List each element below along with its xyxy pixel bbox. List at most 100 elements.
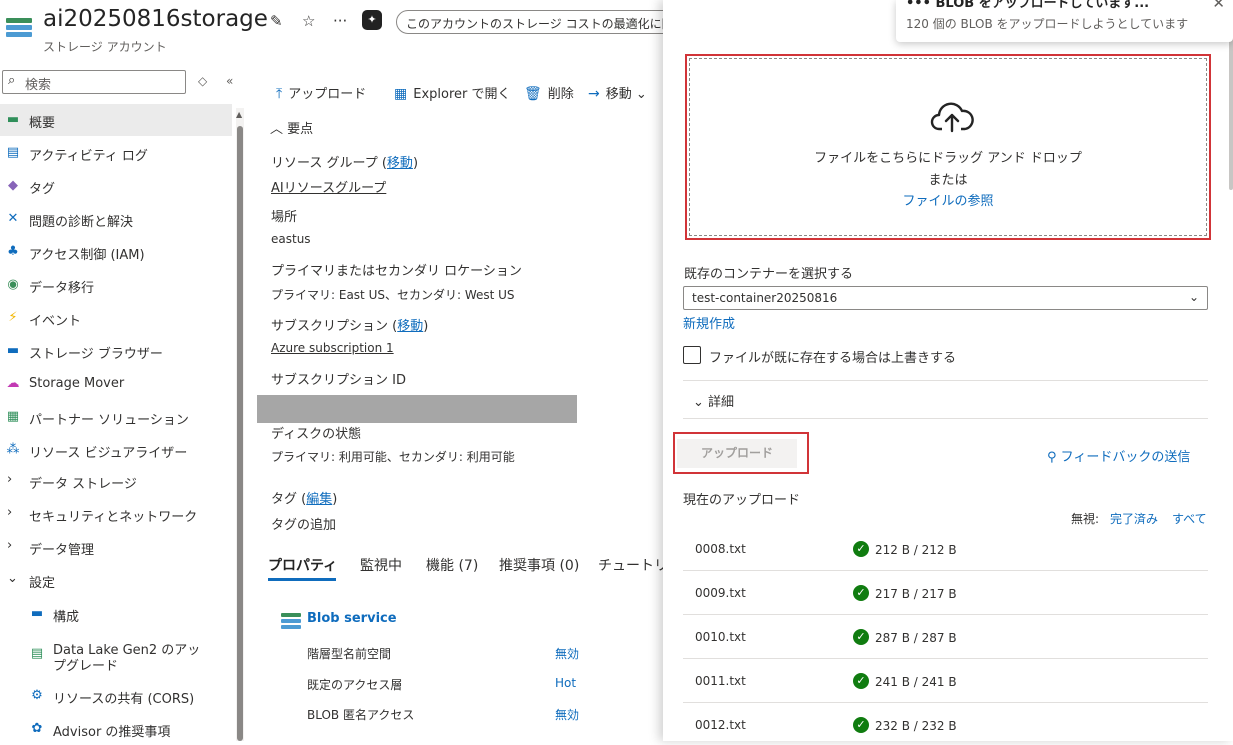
move-command[interactable]: → 移動 ⌄ bbox=[588, 83, 647, 102]
dismiss-completed-link[interactable]: 完了済み bbox=[1110, 510, 1158, 527]
send-feedback-link[interactable]: ⚲ フィードバックの送信 bbox=[1047, 446, 1190, 465]
tab-properties[interactable]: プロパティ bbox=[268, 555, 337, 575]
sidebar-scrollbar[interactable]: ▲ bbox=[236, 108, 244, 741]
tab-recommendations[interactable]: 推奨事項 (0) bbox=[499, 555, 579, 575]
move-command-label: 移動 bbox=[605, 87, 632, 102]
data-lake-icon: ▤ bbox=[30, 646, 44, 661]
row-divider bbox=[683, 658, 1208, 659]
scroll-up-icon[interactable]: ▲ bbox=[236, 110, 242, 119]
sidebar-item-data-lake-upgrade[interactable]: ▤ Data Lake Gen2 のアッ プグレード bbox=[0, 638, 232, 678]
drop-zone-text: ファイルをこちらにドラッグ アンド ドロップ bbox=[814, 151, 1082, 166]
resource-group-link[interactable]: AIリソースグループ bbox=[271, 177, 386, 196]
sidebar-item-resource-visualizer[interactable]: ⁂ リソース ビジュアライザー bbox=[0, 434, 232, 466]
checkmark-icon: ✓ bbox=[853, 673, 869, 689]
sidebar-item-activity-log[interactable]: ▤ アクティビティ ログ bbox=[0, 137, 232, 169]
sidebar-item-tags[interactable]: ◆ タグ bbox=[0, 170, 232, 202]
chevron-down-icon: ⌄ bbox=[7, 571, 18, 586]
sidebar-item-overview[interactable]: ▬ 概要 bbox=[0, 104, 232, 136]
add-tag-link[interactable]: タグの追加 bbox=[271, 514, 336, 533]
sidebar: ⌕ 検索 ◇ « ▬ 概要 ▤ アクティビティ ログ ◆ タグ ✕ 問題の診断と… bbox=[0, 60, 247, 741]
page-subtitle: ストレージ アカウント bbox=[43, 40, 167, 54]
explorer-command-label: Explorer で開く bbox=[413, 87, 511, 102]
upload-file-name: 0008.txt bbox=[695, 542, 746, 556]
sidebar-item-data-migration[interactable]: ◉ データ移行 bbox=[0, 269, 232, 301]
pin-icon[interactable]: ✎ bbox=[270, 12, 283, 30]
upload-icon: ⤒ bbox=[276, 86, 283, 102]
sidebar-item-storage-mover[interactable]: ☁ Storage Mover bbox=[0, 368, 232, 400]
chevron-down-icon: ⌄ bbox=[1188, 290, 1199, 304]
dismiss-all-link[interactable]: すべて bbox=[1172, 510, 1207, 527]
delete-command[interactable]: 🗑 削除 bbox=[524, 83, 574, 102]
sidebar-item-cors[interactable]: ⚙ リソースの共有 (CORS) bbox=[0, 680, 232, 712]
location-value: eastus bbox=[271, 232, 311, 246]
upload-file-name: 0010.txt bbox=[695, 630, 746, 644]
file-drop-zone[interactable]: ファイルをこちらにドラッグ アンド ドロップ または ファイルの参照 bbox=[685, 54, 1211, 240]
default-access-tier-label: 既定のアクセス層 bbox=[307, 678, 403, 692]
sidebar-item-iam[interactable]: ♣ アクセス制御 (IAM) bbox=[0, 236, 232, 268]
blob-anonymous-access-value[interactable]: 無効 bbox=[555, 706, 579, 723]
sidebar-group-security-networking[interactable]: › セキュリティとネットワーク bbox=[0, 498, 232, 530]
tags-edit-link[interactable]: 編集 bbox=[306, 492, 332, 507]
tab-monitoring[interactable]: 監視中 bbox=[360, 555, 402, 575]
more-icon[interactable]: ··· bbox=[333, 12, 347, 30]
advanced-details-toggle[interactable]: ⌄ 詳細 bbox=[693, 391, 734, 410]
default-access-tier-value[interactable]: Hot bbox=[555, 676, 576, 690]
upload-submit-button[interactable]: アップロード bbox=[677, 439, 797, 468]
collapse-sidebar-icon[interactable]: « bbox=[226, 74, 233, 88]
container-dropdown[interactable]: test-container20250816 ⌄ bbox=[683, 286, 1208, 310]
progress-dots-icon: ••• bbox=[906, 0, 931, 11]
close-icon[interactable]: ✕ bbox=[1212, 0, 1225, 12]
sidebar-item-partner-solutions[interactable]: ▦ パートナー ソリューション bbox=[0, 401, 232, 433]
create-new-container-link[interactable]: 新規作成 bbox=[683, 313, 735, 332]
browse-files-link[interactable]: ファイルの参照 bbox=[690, 190, 1206, 209]
essentials-toggle[interactable]: ︿ 要点 bbox=[270, 118, 313, 137]
advisor-icon: ✿ bbox=[31, 721, 43, 736]
wrench-icon: ✕ bbox=[7, 211, 19, 226]
upload-notification-toast[interactable]: ••• BLOB をアップロードしています... 120 個の BLOB をアッ… bbox=[896, 0, 1233, 42]
chevron-right-icon: › bbox=[7, 505, 13, 520]
disk-state-label: ディスクの状態 bbox=[271, 427, 362, 442]
sidebar-item-label-line2: プグレード bbox=[53, 659, 119, 674]
star-icon[interactable]: ☆ bbox=[302, 12, 315, 30]
resource-group-label: リソース グループ (移動) bbox=[271, 156, 419, 171]
cost-optimization-banner[interactable]: このアカウントのストレージ コストの最適化に関 bbox=[396, 10, 676, 34]
sidebar-item-events[interactable]: ⚡ イベント bbox=[0, 302, 232, 334]
storage-browser-icon: ▬ bbox=[6, 343, 20, 358]
subscription-id-label: サブスクリプション ID bbox=[271, 373, 406, 388]
redacted-subscription-id bbox=[257, 395, 577, 423]
search-input[interactable]: ⌕ 検索 bbox=[2, 70, 186, 94]
sidebar-item-storage-browser[interactable]: ▬ ストレージ ブラウザー bbox=[0, 335, 232, 367]
upload-command[interactable]: ⤒ アップロード bbox=[276, 83, 366, 102]
sidebar-item-label: リソース ビジュアライザー bbox=[29, 446, 188, 461]
sidebar-group-data-storage[interactable]: › データ ストレージ bbox=[0, 465, 232, 497]
tab-capabilities[interactable]: 機能 (7) bbox=[426, 555, 478, 575]
hierarchical-namespace-value[interactable]: 無効 bbox=[555, 645, 579, 662]
expand-toggle-icon[interactable]: ◇ bbox=[198, 74, 207, 88]
activity-log-icon: ▤ bbox=[6, 145, 20, 160]
blob-service-title[interactable]: Blob service bbox=[307, 611, 397, 626]
open-explorer-command[interactable]: ▦ Explorer で開く bbox=[394, 83, 511, 102]
overwrite-checkbox[interactable] bbox=[683, 346, 701, 364]
delete-command-label: 削除 bbox=[547, 87, 574, 102]
hierarchical-namespace-label: 階層型名前空間 bbox=[307, 647, 392, 661]
resource-group-move-link[interactable]: 移動 bbox=[387, 156, 413, 171]
search-icon: ⌕ bbox=[8, 73, 16, 88]
sidebar-item-advisor[interactable]: ✿ Advisor の推奨事項 bbox=[0, 713, 232, 745]
checkmark-icon: ✓ bbox=[853, 717, 869, 733]
copilot-icon[interactable]: ✦ bbox=[362, 10, 382, 30]
tab-tutorials[interactable]: チュートリ bbox=[598, 555, 668, 575]
sidebar-item-diagnose[interactable]: ✕ 問題の診断と解決 bbox=[0, 203, 232, 235]
scrollbar-thumb[interactable] bbox=[237, 126, 243, 741]
sidebar-item-label: ストレージ ブラウザー bbox=[29, 347, 163, 362]
upload-blob-panel: ファイルをこちらにドラッグ アンド ドロップ または ファイルの参照 既存のコン… bbox=[663, 0, 1233, 741]
sidebar-group-settings[interactable]: ⌄ 設定 bbox=[0, 564, 232, 596]
subscription-link[interactable]: Azure subscription 1 bbox=[271, 341, 394, 355]
row-divider bbox=[683, 570, 1208, 571]
overview-icon: ▬ bbox=[6, 112, 20, 127]
primary-secondary-value: プライマリ: East US、セカンダリ: West US bbox=[271, 288, 515, 302]
upload-file-size: 212 B / 212 B bbox=[875, 543, 957, 557]
chevron-down-icon: ⌄ bbox=[635, 87, 647, 102]
sidebar-group-data-management[interactable]: › データ管理 bbox=[0, 531, 232, 563]
subscription-move-link[interactable]: 移動 bbox=[397, 319, 423, 334]
sidebar-item-configuration[interactable]: ▬ 構成 bbox=[0, 598, 232, 630]
